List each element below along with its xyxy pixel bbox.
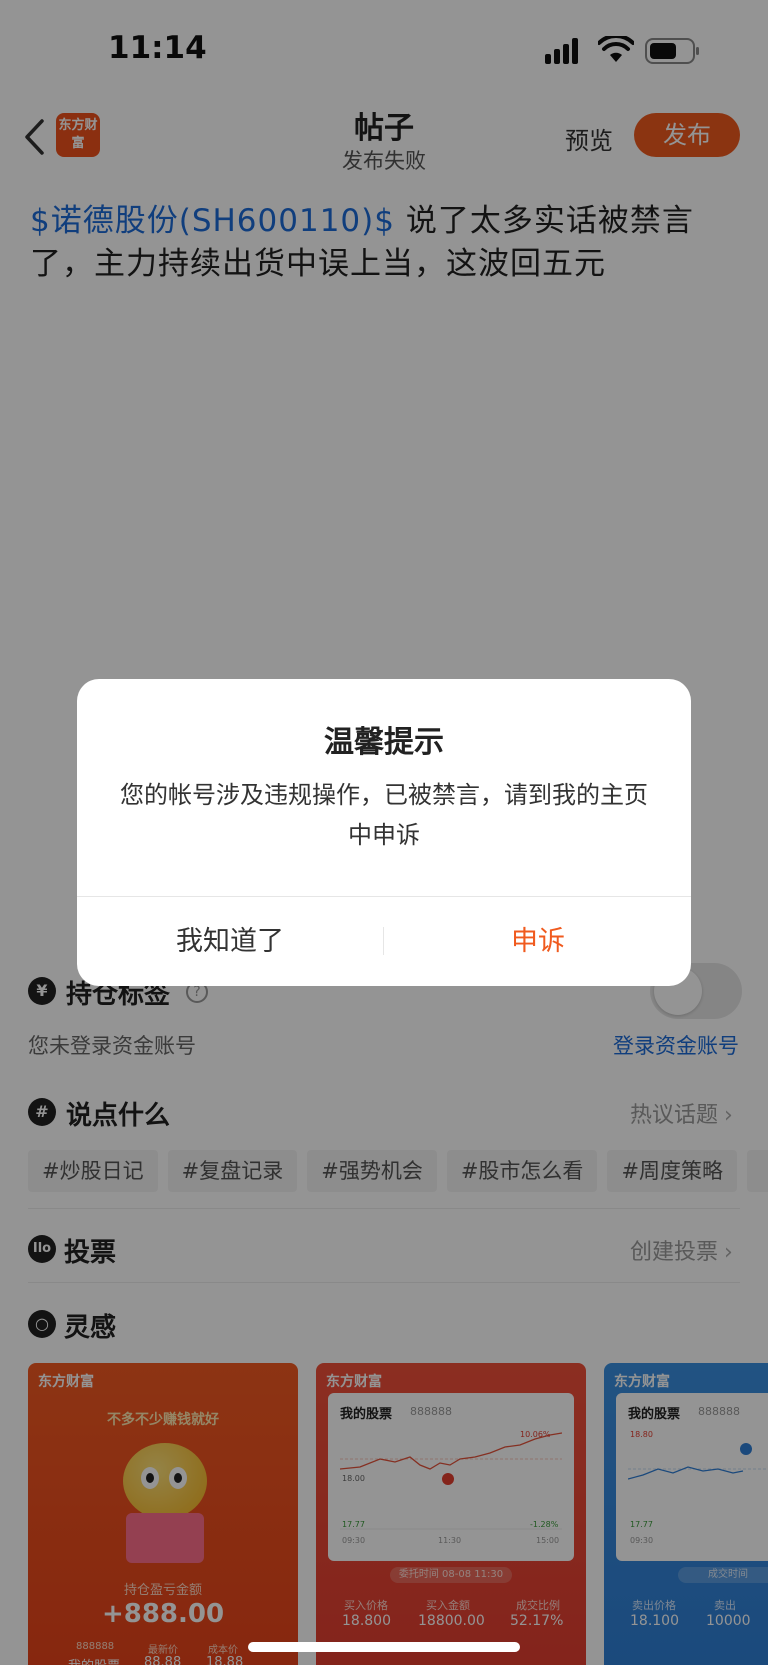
- appeal-button[interactable]: 申诉: [385, 897, 691, 986]
- home-indicator[interactable]: [248, 1642, 520, 1652]
- dialog-button-divider: [383, 927, 384, 955]
- dialog-message: 您的帐号涉及违规操作，已被禁言，请到我的主页中申诉: [120, 781, 648, 849]
- acknowledge-button[interactable]: 我知道了: [77, 897, 383, 986]
- alert-dialog: 温馨提示 您的帐号涉及违规操作，已被禁言，请到我的主页中申诉 我知道了 申诉: [77, 679, 691, 986]
- dialog-title: 温馨提示: [324, 725, 444, 760]
